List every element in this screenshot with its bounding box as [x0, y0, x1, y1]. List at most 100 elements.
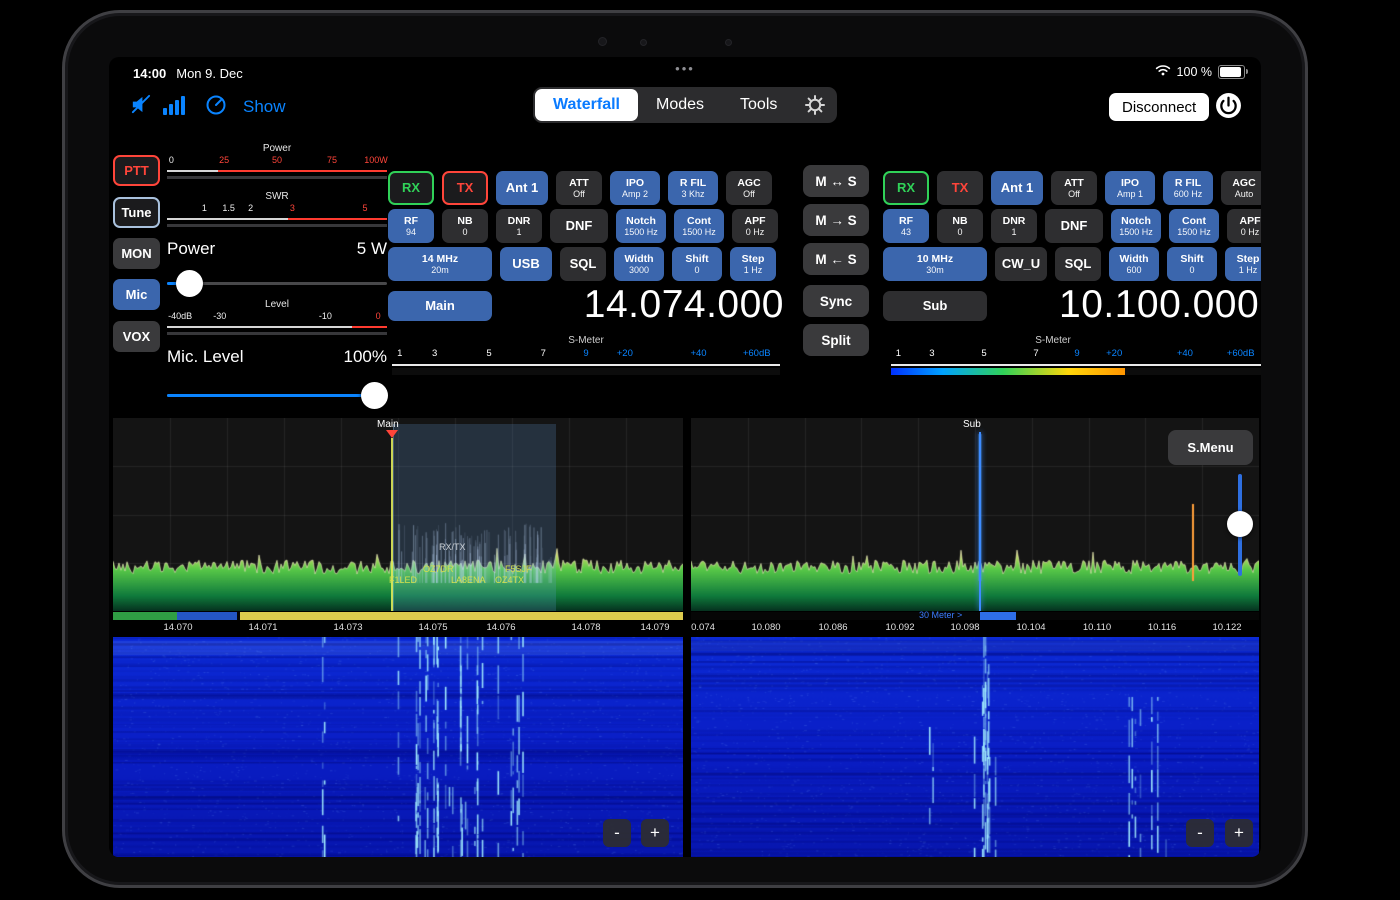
sub-dnr-button[interactable]: DNR1	[991, 209, 1037, 243]
sub-row2: RF43 NB0 DNR1 DNF Notch1500 Hz Cont1500 …	[883, 209, 1261, 243]
sub-rx-button[interactable]: RX	[883, 171, 929, 205]
main-shift-button[interactable]: Shift0	[672, 247, 722, 281]
tab-modes[interactable]: Modes	[638, 89, 722, 121]
ptt-button[interactable]: PTT	[113, 155, 160, 186]
decode-spot-f5sjf[interactable]: F5SJF	[505, 564, 532, 574]
sub-sql-button[interactable]: SQL	[1055, 247, 1101, 281]
mic-level-slider[interactable]	[167, 381, 387, 410]
sub-apf-button[interactable]: APF0 Hz	[1227, 209, 1261, 243]
main-rfil-button[interactable]: R FIL3 Khz	[668, 171, 718, 205]
show-button[interactable]: Show	[243, 97, 286, 117]
main-tx-button[interactable]: TX	[442, 171, 488, 205]
sub-spectrum-panel[interactable]: Sub S.Menu	[691, 418, 1259, 611]
sub-antenna-button[interactable]: Ant 1	[991, 171, 1043, 205]
sub-waterfall-panel[interactable]: - +	[691, 637, 1259, 857]
band-segment-30m	[980, 612, 1016, 620]
main-mode-button[interactable]: USB	[500, 247, 552, 281]
vox-button[interactable]: VOX	[113, 321, 160, 352]
settings-gear-icon[interactable]	[795, 89, 835, 121]
main-smeter-title: S-Meter	[388, 335, 784, 346]
power-meter-bar	[167, 176, 387, 179]
mute-icon[interactable]	[129, 93, 152, 121]
sub-step-button[interactable]: Step1 Hz	[1225, 247, 1261, 281]
tab-waterfall[interactable]: Waterfall	[535, 89, 638, 121]
sync-button[interactable]: Sync	[803, 285, 869, 317]
sub-waterfall-zoom-in-button[interactable]: +	[1225, 819, 1253, 847]
tune-button[interactable]: Tune	[113, 197, 160, 228]
disconnect-button[interactable]: Disconnect	[1109, 93, 1209, 121]
sub-nb-button[interactable]: NB0	[937, 209, 983, 243]
sub-width-button[interactable]: Width600	[1109, 247, 1159, 281]
sub-to-main-button[interactable]: M ← S	[803, 243, 869, 275]
main-spectrum-panel[interactable]: Main RX/TX OZ7DR F1LED LA8ENA F5SJF OZ4T…	[113, 418, 683, 611]
main-antenna-button[interactable]: Ant 1	[496, 171, 548, 205]
sub-rf-gain-button[interactable]: RF43	[883, 209, 929, 243]
main-waterfall-zoom-out-button[interactable]: -	[603, 819, 631, 847]
main-att-button[interactable]: ATTOff	[556, 171, 602, 205]
mic-button[interactable]: Mic	[113, 279, 160, 310]
main-frequency-display[interactable]: 14.074.000	[584, 283, 784, 327]
tab-tools[interactable]: Tools	[722, 89, 795, 121]
decode-spot-rxtx[interactable]: RX/TX	[439, 542, 466, 552]
mon-button[interactable]: MON	[113, 238, 160, 269]
main-swap-sub-button[interactable]: M ↔ S	[803, 165, 869, 197]
main-nb-button[interactable]: NB0	[442, 209, 488, 243]
split-button[interactable]: Split	[803, 324, 869, 356]
sub-shift-button[interactable]: Shift0	[1167, 247, 1217, 281]
sub-vfo-button[interactable]: Sub	[883, 291, 987, 321]
sub-tx-button[interactable]: TX	[937, 171, 983, 205]
main-dnf-button[interactable]: DNF	[550, 209, 608, 243]
ipad-device-frame: 14:00Mon 9. Dec ••• 100 % Show Waterfall…	[62, 10, 1308, 888]
decode-spot-la8ena[interactable]: LA8ENA	[451, 575, 486, 585]
decode-spot-f1led[interactable]: F1LED	[389, 575, 417, 585]
decode-spot-oz7dr[interactable]: OZ7DR	[423, 564, 454, 574]
sub-frequency-display[interactable]: 10.100.000	[1059, 283, 1259, 327]
main-waterfall-panel[interactable]: - +	[113, 637, 683, 857]
sub-contour-button[interactable]: Cont1500 Hz	[1169, 209, 1219, 243]
main-sql-button[interactable]: SQL	[560, 247, 606, 281]
sub-ipo-button[interactable]: IPOAmp 1	[1105, 171, 1155, 205]
main-rx-button[interactable]: RX	[388, 171, 434, 205]
main-apf-button[interactable]: APF0 Hz	[732, 209, 778, 243]
sub-band-button[interactable]: 10 MHz30m	[883, 247, 987, 281]
spectrum-menu-button[interactable]: S.Menu	[1168, 430, 1253, 465]
main-waterfall-canvas[interactable]	[113, 637, 683, 857]
main-contour-button[interactable]: Cont1500 Hz	[674, 209, 724, 243]
main-to-sub-button[interactable]: M → S	[803, 204, 869, 236]
background: 14:00Mon 9. Dec ••• 100 % Show Waterfall…	[0, 0, 1400, 900]
main-waterfall-zoom-in-button[interactable]: +	[641, 819, 669, 847]
main-step-button[interactable]: Step1 Hz	[730, 247, 776, 281]
status-time: 14:00	[133, 66, 166, 81]
sub-notch-button[interactable]: Notch1500 Hz	[1111, 209, 1161, 243]
dial-icon[interactable]	[205, 94, 227, 121]
swr-meter-bar	[167, 224, 387, 227]
sub-marker-label: Sub	[963, 419, 981, 430]
meters-panel: Power 0 25 50 75 100W SWR 1 1.5 2 3 5 Po…	[167, 143, 387, 433]
sub-agc-button[interactable]: AGCAuto	[1221, 171, 1261, 205]
main-dnr-button[interactable]: DNR1	[496, 209, 542, 243]
decode-spot-oz4tx[interactable]: OZ4TX	[495, 575, 524, 585]
sub-dnf-button[interactable]: DNF	[1045, 209, 1103, 243]
sub-att-button[interactable]: ATTOff	[1051, 171, 1097, 205]
main-notch-button[interactable]: Notch1500 Hz	[616, 209, 666, 243]
main-rf-gain-button[interactable]: RF94	[388, 209, 434, 243]
sub-waterfall-canvas[interactable]	[691, 637, 1259, 857]
vfo-link-column: M ↔ S M → S M ← S Sync Split	[803, 165, 869, 365]
spectrum-scale-slider-knob[interactable]	[1227, 511, 1253, 537]
sub-waterfall-zoom-out-button[interactable]: -	[1186, 819, 1214, 847]
power-label: Power	[167, 239, 215, 259]
sub-rfil-button[interactable]: R FIL600 Hz	[1163, 171, 1213, 205]
signal-bars-icon[interactable]	[163, 95, 185, 115]
main-band-button[interactable]: 14 MHz20m	[388, 247, 492, 281]
power-button[interactable]	[1215, 92, 1242, 124]
sub-mode-button[interactable]: CW_U	[995, 247, 1047, 281]
main-vfo-button[interactable]: Main	[388, 291, 492, 321]
main-ipo-button[interactable]: IPOAmp 2	[610, 171, 660, 205]
view-segmented-control: Waterfall Modes Tools	[533, 87, 837, 123]
status-left: 14:00Mon 9. Dec	[133, 65, 243, 83]
main-width-button[interactable]: Width3000	[614, 247, 664, 281]
power-slider[interactable]	[167, 269, 387, 298]
mic-slider-knob[interactable]	[361, 382, 388, 409]
power-slider-knob[interactable]	[176, 270, 203, 297]
main-agc-button[interactable]: AGCOff	[726, 171, 772, 205]
